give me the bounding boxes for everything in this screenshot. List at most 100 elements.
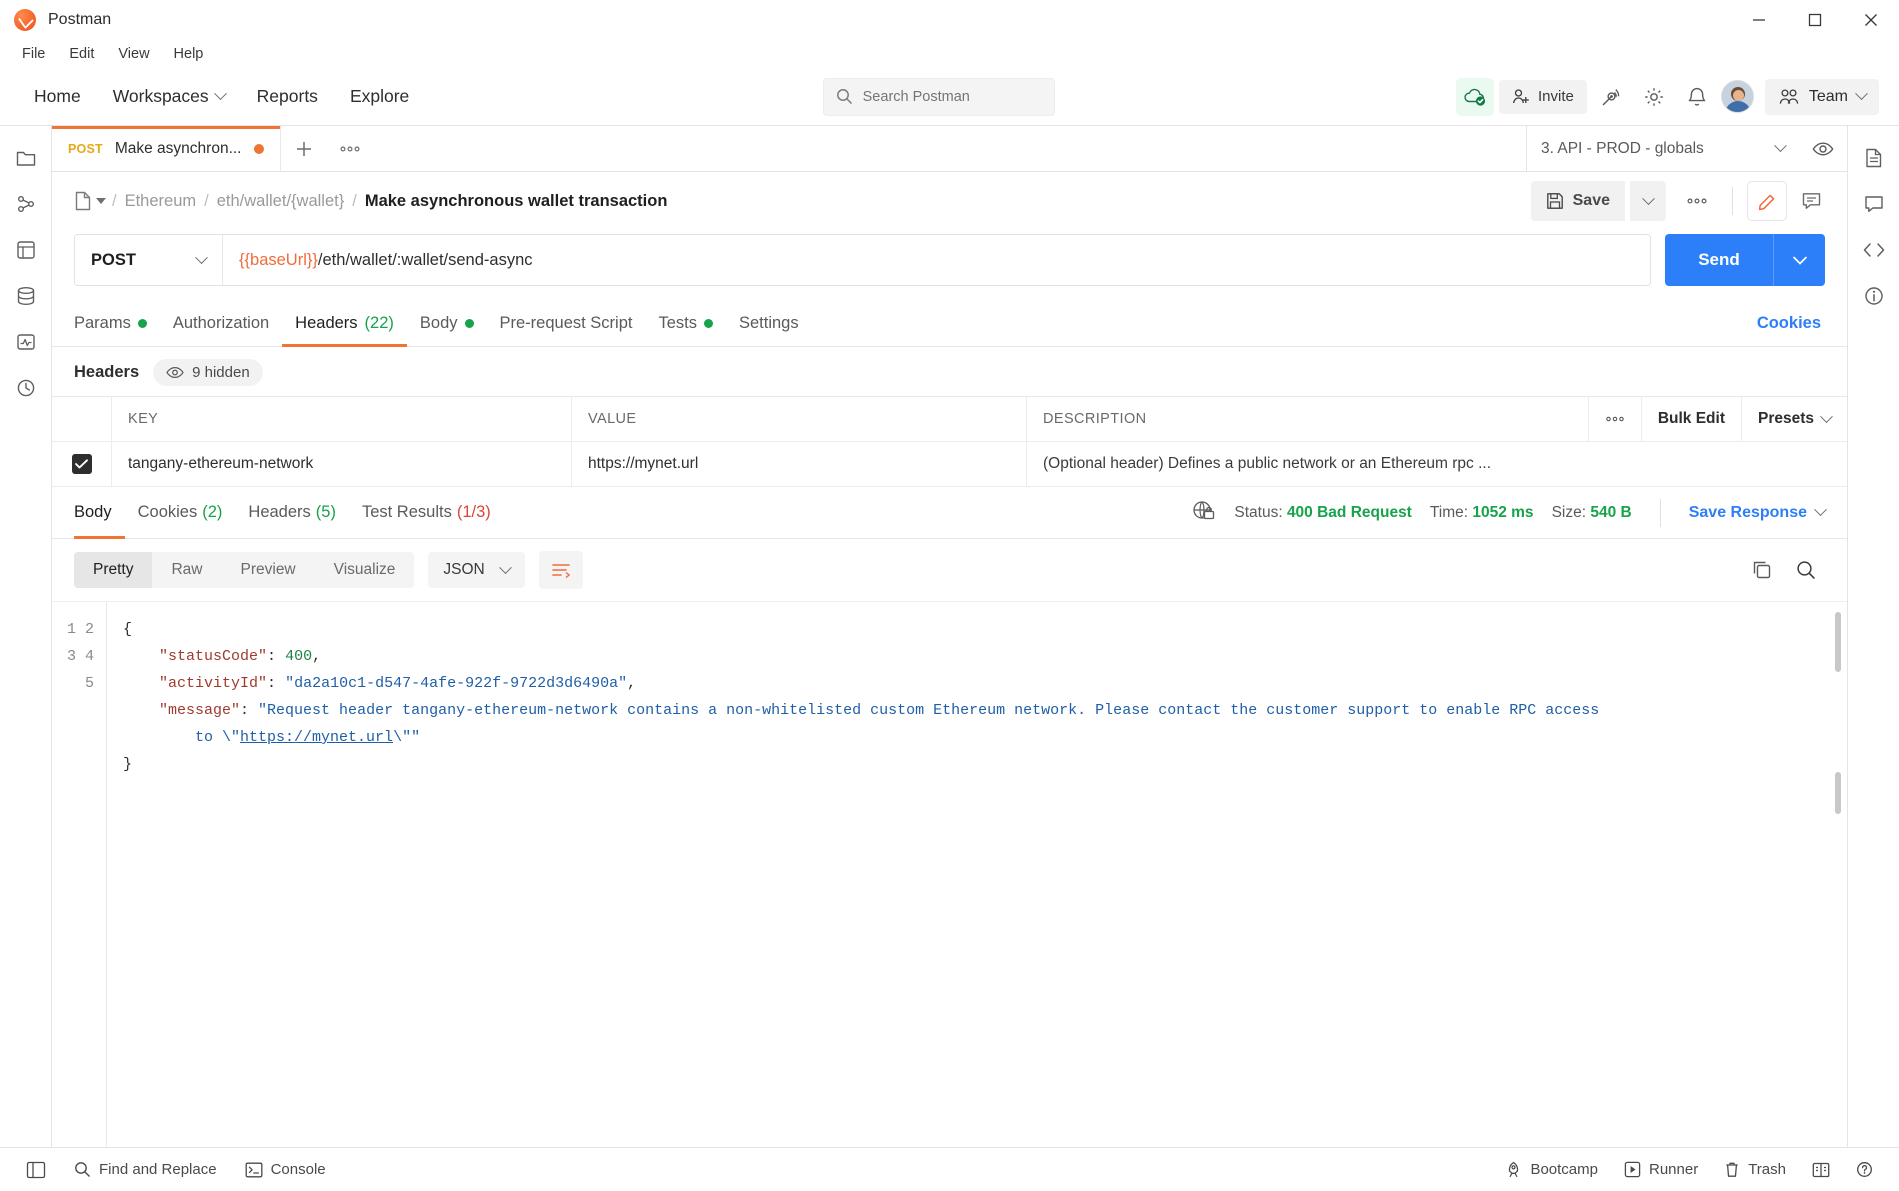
code-scrollbar-thumb[interactable] [1835, 612, 1841, 672]
tab-pre-request-script[interactable]: Pre-request Script [487, 300, 646, 347]
response-tab-headers[interactable]: Headers (5) [235, 487, 349, 539]
collections-button[interactable] [8, 140, 44, 176]
json-code[interactable]: { "statusCode": 400, "activityId": "da2a… [106, 602, 1847, 1147]
invite-button[interactable]: Invite [1499, 79, 1587, 114]
settings-button[interactable] [1635, 78, 1673, 116]
code-scrollbar-thumb-secondary[interactable] [1835, 772, 1841, 814]
satellite-button[interactable] [1592, 78, 1630, 116]
json-value-message-link[interactable]: https://mynet.url [240, 729, 393, 746]
json-close-brace: } [123, 756, 133, 773]
save-options-button[interactable] [1630, 181, 1666, 221]
monitors-button[interactable] [8, 324, 44, 360]
response-tab-test-results[interactable]: Test Results (1/3) [349, 487, 504, 539]
history-button[interactable] [8, 370, 44, 406]
documentation-button[interactable] [1856, 140, 1892, 176]
tab-authorization[interactable]: Authorization [160, 300, 282, 347]
environment-area: 3. API - PROD - globals [1526, 126, 1847, 171]
copy-response-button[interactable] [1743, 551, 1781, 589]
header-value-cell[interactable]: https://mynet.url [572, 442, 1027, 486]
sync-status-button[interactable] [1456, 77, 1495, 116]
tab-params[interactable]: Params [74, 300, 160, 347]
wrap-lines-button[interactable] [538, 551, 583, 589]
request-tab[interactable]: POST Make asynchron... [52, 126, 281, 171]
hidden-headers-toggle[interactable]: 9 hidden [153, 359, 263, 386]
response-body-viewer[interactable]: 1 2 3 4 5 { "statusCode": 400, "activity… [52, 601, 1847, 1147]
menu-help[interactable]: Help [164, 43, 214, 65]
copy-icon [1753, 561, 1771, 579]
response-tab-cookies[interactable]: Cookies (2) [125, 487, 236, 539]
cloud-check-icon [1464, 88, 1486, 106]
tab-headers[interactable]: Headers (22) [282, 300, 407, 347]
nav-reports[interactable]: Reports [245, 79, 330, 114]
checkbox-checked-icon[interactable] [71, 454, 92, 474]
environments-button[interactable] [8, 232, 44, 268]
row-checkbox-cell[interactable] [52, 442, 112, 486]
header-description-cell[interactable]: (Optional header) Defines a public netwo… [1027, 442, 1847, 486]
tab-settings[interactable]: Settings [726, 300, 812, 347]
runner-button[interactable]: Runner [1614, 1155, 1708, 1184]
search-response-button[interactable] [1787, 551, 1825, 589]
sidebar-toggle-button[interactable] [16, 1155, 56, 1185]
menu-view[interactable]: View [108, 43, 159, 65]
send-options-button[interactable] [1773, 234, 1825, 286]
breadcrumb-collection[interactable]: Ethereum [125, 192, 197, 211]
presets-button[interactable]: Presets [1740, 397, 1847, 441]
save-response-button[interactable]: Save Response [1689, 503, 1827, 522]
tab-tests[interactable]: Tests [645, 300, 726, 347]
comments-button[interactable] [1791, 181, 1831, 221]
bootcamp-button[interactable]: Bootcamp [1495, 1155, 1608, 1184]
response-tab-body[interactable]: Body [74, 487, 125, 539]
tab-body[interactable]: Body [407, 300, 487, 347]
mock-servers-button[interactable] [8, 278, 44, 314]
collection-icon-group[interactable] [74, 191, 106, 211]
environment-selector[interactable]: 3. API - PROD - globals [1527, 127, 1799, 171]
nav-explore[interactable]: Explore [338, 79, 421, 114]
ssl-status-icon[interactable] [1192, 499, 1216, 526]
notifications-button[interactable] [1678, 78, 1716, 116]
global-search-box[interactable] [822, 77, 1055, 116]
close-button[interactable] [1843, 0, 1899, 40]
menu-edit[interactable]: Edit [59, 43, 104, 65]
ellipsis-icon [1606, 416, 1624, 422]
response-format-selector[interactable]: JSON [428, 552, 525, 588]
url-input[interactable]: {{baseUrl}}/eth/wallet/:wallet/send-asyn… [223, 235, 1650, 285]
environment-quick-look-button[interactable] [1799, 127, 1847, 171]
avatar[interactable] [1720, 80, 1754, 113]
new-tab-button[interactable] [281, 126, 327, 171]
minimize-button[interactable] [1731, 0, 1787, 40]
view-mode-visualize[interactable]: Visualize [315, 552, 415, 588]
headers-more-options-button[interactable] [1587, 397, 1641, 441]
tab-options-button[interactable] [327, 126, 373, 171]
maximize-button[interactable] [1787, 0, 1843, 40]
header-key-cell[interactable]: tangany-ethereum-network [112, 442, 572, 486]
bulk-edit-button[interactable]: Bulk Edit [1640, 397, 1741, 441]
request-more-options-button[interactable] [1676, 181, 1718, 221]
two-pane-view-button[interactable] [1802, 1156, 1840, 1184]
view-mode-preview[interactable]: Preview [222, 552, 315, 588]
help-button[interactable] [1846, 1155, 1883, 1184]
menu-file[interactable]: File [12, 43, 55, 65]
edit-request-button[interactable] [1747, 181, 1787, 221]
cookies-link[interactable]: Cookies [1757, 314, 1825, 333]
search-input[interactable] [862, 88, 1042, 105]
save-button[interactable]: Save [1530, 181, 1625, 221]
info-button[interactable] [1856, 278, 1892, 314]
team-button[interactable]: Team [1764, 78, 1879, 115]
find-and-replace-button[interactable]: Find and Replace [64, 1155, 227, 1184]
view-mode-raw[interactable]: Raw [152, 552, 221, 588]
nav-home[interactable]: Home [22, 79, 93, 114]
table-row[interactable]: tangany-ethereum-network https://mynet.u… [52, 442, 1847, 487]
chevron-down-icon [1774, 139, 1787, 153]
nav-workspaces[interactable]: Workspaces [101, 79, 237, 114]
comments-panel-button[interactable] [1856, 186, 1892, 222]
send-button[interactable]: Send [1665, 234, 1773, 286]
code-snippet-button[interactable] [1856, 232, 1892, 268]
apis-button[interactable] [8, 186, 44, 222]
breadcrumb-folder[interactable]: eth/wallet/{wallet} [217, 192, 345, 211]
trash-button[interactable]: Trash [1714, 1155, 1796, 1184]
view-mode-pretty[interactable]: Pretty [74, 552, 153, 588]
http-method-selector[interactable]: POST [75, 235, 223, 285]
invite-label: Invite [1538, 88, 1574, 105]
console-button[interactable]: Console [235, 1155, 336, 1184]
json-key-activityId: "activityId" [159, 675, 268, 692]
